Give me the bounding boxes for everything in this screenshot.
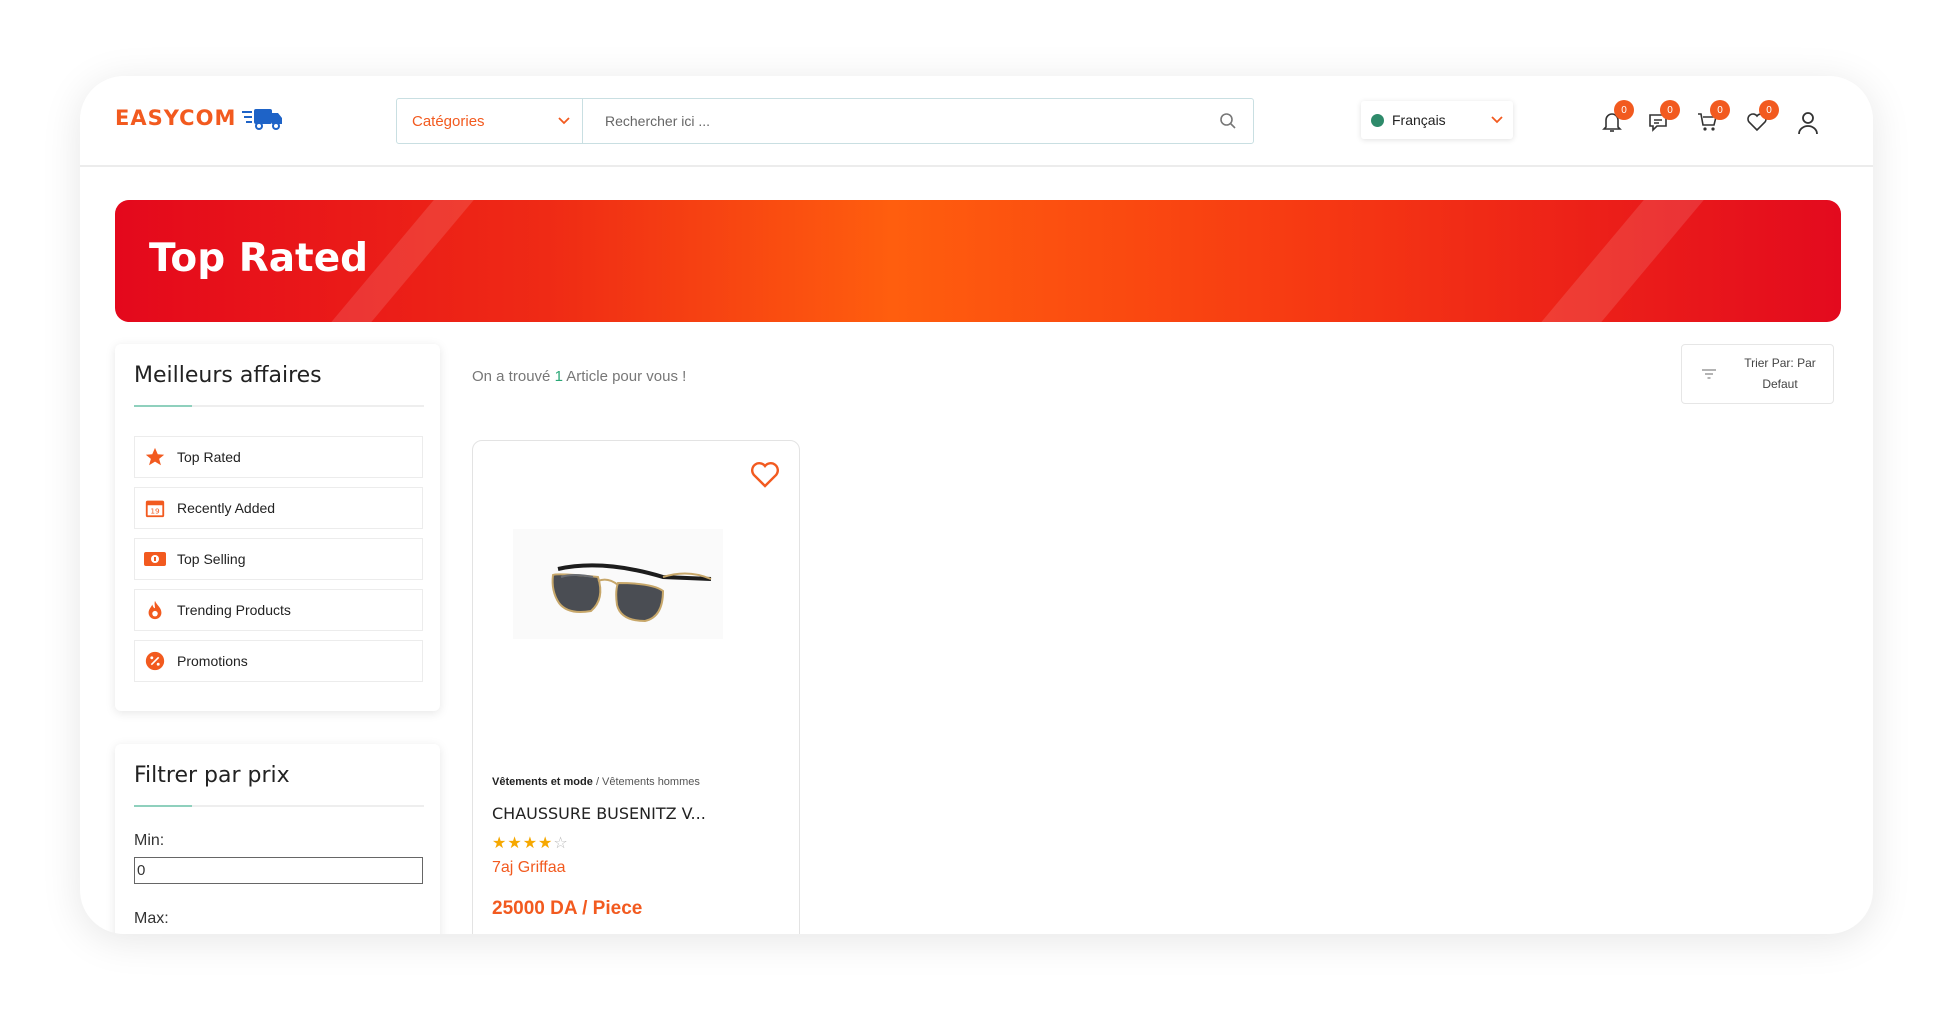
fire-icon xyxy=(143,598,167,622)
money-icon xyxy=(143,547,167,571)
deal-item-trending-products[interactable]: Trending Products xyxy=(134,589,423,631)
page-title: Top Rated xyxy=(149,236,369,281)
price-filter-title: Filtrer par prix xyxy=(134,763,290,788)
min-price-input[interactable] xyxy=(134,857,423,884)
category-link[interactable]: Vêtements et mode xyxy=(492,776,593,788)
calendar-icon: 19 xyxy=(143,496,167,520)
messages-button[interactable]: 0 xyxy=(1646,100,1680,136)
results-suffix: Article pour vous ! xyxy=(566,368,687,385)
deal-item-label: Top Rated xyxy=(177,449,241,465)
cart-button[interactable]: 0 xyxy=(1696,100,1730,136)
price-filter-card: Filtrer par prix Min: Max: xyxy=(115,744,440,934)
subcategory-link[interactable]: / Vêtements hommes xyxy=(596,776,700,788)
add-to-wishlist-button[interactable] xyxy=(749,459,781,494)
deals-title: Meilleurs affaires xyxy=(134,363,322,388)
app-window: EASYCOM Catégories Français xyxy=(80,76,1873,934)
title-divider xyxy=(134,405,424,407)
wishlist-badge: 0 xyxy=(1759,100,1779,120)
product-image[interactable] xyxy=(513,529,723,644)
discount-icon xyxy=(143,649,167,673)
deals-card: Meilleurs affaires Top Rated 19 Recently… xyxy=(115,344,440,711)
messages-badge: 0 xyxy=(1660,100,1680,120)
deal-item-recently-added[interactable]: 19 Recently Added xyxy=(134,487,423,529)
deal-item-label: Trending Products xyxy=(177,602,291,618)
cart-badge: 0 xyxy=(1710,100,1730,120)
seller-link[interactable]: 7aj Griffaa xyxy=(492,859,566,877)
max-label: Max: xyxy=(134,910,169,927)
header-actions: 0 0 0 0 xyxy=(80,100,1873,142)
title-divider xyxy=(134,805,424,807)
min-label: Min: xyxy=(134,832,165,849)
product-rating: ★★★★☆ xyxy=(492,833,569,853)
user-icon xyxy=(1798,112,1818,135)
product-price: 25000 DA / Piece xyxy=(492,898,643,919)
deal-item-top-selling[interactable]: Top Selling xyxy=(134,538,423,580)
results-count: On a trouvé 1 Article pour vous ! xyxy=(472,368,686,385)
account-button[interactable] xyxy=(1795,110,1821,136)
deal-item-top-rated[interactable]: Top Rated xyxy=(134,436,423,478)
banner-decoration xyxy=(1509,200,1721,322)
star-icon: ★★★★ xyxy=(492,835,554,852)
sort-button[interactable]: Trier Par: Par Defaut xyxy=(1681,344,1834,404)
sunglasses-image xyxy=(513,529,723,639)
results-prefix: On a trouvé xyxy=(472,368,551,385)
header: EASYCOM Catégories Français xyxy=(80,76,1873,167)
star-empty-icon: ☆ xyxy=(553,835,569,852)
deal-item-promotions[interactable]: Promotions xyxy=(134,640,423,682)
product-card[interactable]: Vêtements et mode / Vêtements hommes CHA… xyxy=(472,440,800,934)
page-banner: Top Rated xyxy=(115,200,1841,322)
notifications-badge: 0 xyxy=(1614,100,1634,120)
wishlist-button[interactable]: 0 xyxy=(1745,100,1779,136)
deal-item-label: Promotions xyxy=(177,653,248,669)
sort-label: Trier Par: Par Defaut xyxy=(1744,356,1816,391)
heart-icon xyxy=(751,462,779,488)
notifications-button[interactable]: 0 xyxy=(1600,100,1634,136)
product-category: Vêtements et mode / Vêtements hommes xyxy=(492,776,700,788)
product-name[interactable]: CHAUSSURE BUSENITZ V... xyxy=(492,804,706,823)
star-icon xyxy=(143,445,167,469)
deal-item-label: Recently Added xyxy=(177,500,276,516)
calendar-day: 19 xyxy=(150,507,160,516)
filter-icon xyxy=(1702,369,1716,379)
results-number: 1 xyxy=(554,368,563,385)
deal-item-label: Top Selling xyxy=(177,551,246,567)
